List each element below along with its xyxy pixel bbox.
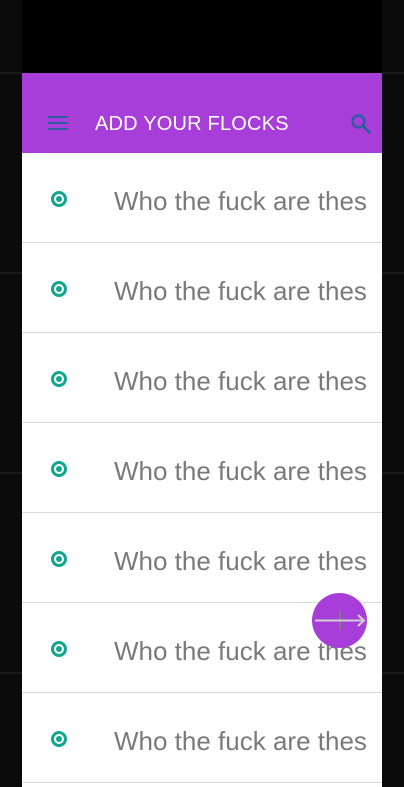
list-item[interactable]: Who the fuck are thes xyxy=(22,693,382,783)
list-item-label: Who the fuck are thes xyxy=(114,456,367,486)
radio-selected-icon[interactable] xyxy=(51,641,67,657)
radio-selected-icon[interactable] xyxy=(51,191,67,207)
radio-selected-icon[interactable] xyxy=(51,731,67,747)
list-item-label: Who the fuck are thes xyxy=(114,546,367,576)
list-item[interactable]: Who the fuck are thes xyxy=(22,423,382,513)
list-item-label: Who the fuck are thes xyxy=(114,726,367,756)
hamburger-menu-icon[interactable] xyxy=(48,116,68,132)
app-screen: ADD YOUR FLOCKS Who the fuck are thes Wh… xyxy=(22,0,382,787)
list-item-label: Who the fuck are thes xyxy=(114,186,367,216)
search-icon[interactable] xyxy=(350,113,372,135)
flock-list: Who the fuck are thes Who the fuck are t… xyxy=(22,153,382,787)
radio-selected-icon[interactable] xyxy=(51,371,67,387)
page-title: ADD YOUR FLOCKS xyxy=(95,113,289,135)
radio-selected-icon[interactable] xyxy=(51,461,67,477)
radio-selected-icon[interactable] xyxy=(51,551,67,567)
list-item[interactable]: Who the fuck are thes xyxy=(22,513,382,603)
radio-selected-icon[interactable] xyxy=(51,281,67,297)
app-bar: ADD YOUR FLOCKS xyxy=(22,73,382,153)
list-item[interactable]: Who the fuck are thes xyxy=(22,333,382,423)
device-frame: ADD YOUR FLOCKS Who the fuck are thes Wh… xyxy=(0,0,404,787)
add-flock-button[interactable] xyxy=(312,593,367,648)
status-bar xyxy=(22,0,382,73)
list-item[interactable]: Who the fuck are thes xyxy=(22,153,382,243)
list-item[interactable]: Who the fuck are thes xyxy=(22,243,382,333)
list-item-label: Who the fuck are thes xyxy=(114,366,367,396)
list-item-label: Who the fuck are thes xyxy=(114,276,367,306)
plus-icon xyxy=(315,611,366,630)
